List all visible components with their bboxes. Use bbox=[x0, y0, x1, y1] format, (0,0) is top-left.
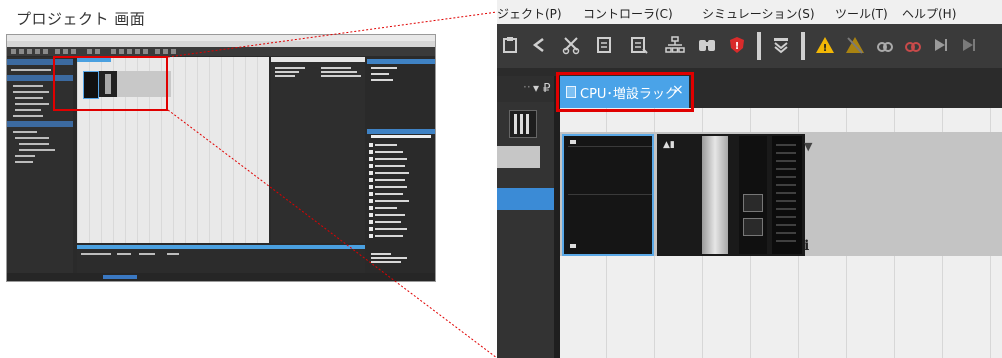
menu-controller[interactable]: コントローラ(C) bbox=[583, 5, 673, 22]
explorer-item-selected[interactable] bbox=[497, 188, 554, 210]
svg-text:!: ! bbox=[735, 41, 740, 52]
pin-icon[interactable]: ▾ ₽ bbox=[533, 81, 550, 95]
ethernet-port bbox=[743, 194, 763, 212]
step-icon[interactable] bbox=[929, 33, 953, 57]
toolbar-separator bbox=[801, 32, 805, 60]
compare-icon[interactable] bbox=[769, 33, 793, 57]
rack-icon[interactable] bbox=[509, 110, 537, 138]
undo-icon[interactable] bbox=[527, 33, 551, 57]
ethernet-port bbox=[743, 218, 763, 236]
toolbar: ! ! bbox=[497, 24, 1002, 68]
binoculars-icon[interactable] bbox=[695, 33, 719, 57]
tab-highlight-box bbox=[556, 72, 694, 112]
toolbar-separator bbox=[757, 32, 761, 60]
warning-icon[interactable]: ! bbox=[813, 33, 837, 57]
cpu-front-panel bbox=[702, 136, 728, 254]
menu-project[interactable]: ジェクト(P) bbox=[497, 5, 562, 22]
multiview-explorer-pane: ·· ▾ ₽ bbox=[497, 76, 554, 358]
error-shield-icon[interactable]: ! bbox=[725, 33, 749, 57]
cut-icon[interactable] bbox=[559, 33, 583, 57]
zoomed-window: ジェクト(P) コントローラ(C) シミュレーション(S) ツール(T) ヘルプ… bbox=[497, 0, 1002, 358]
copy-icon[interactable] bbox=[593, 33, 617, 57]
menu-help[interactable]: ヘルプ(H) bbox=[902, 5, 956, 22]
step-icon-2[interactable] bbox=[957, 33, 981, 57]
cpu-unit[interactable]: ▲▮ bbox=[657, 134, 805, 256]
info-icon[interactable]: i bbox=[804, 238, 809, 254]
explorer-item[interactable] bbox=[497, 146, 540, 168]
network-icon[interactable] bbox=[663, 33, 687, 57]
copy-icon-2[interactable] bbox=[627, 33, 651, 57]
paste-icon[interactable] bbox=[499, 33, 523, 57]
svg-text:!: ! bbox=[823, 43, 828, 54]
menu-bar: ジェクト(P) コントローラ(C) シミュレーション(S) ツール(T) ヘルプ… bbox=[497, 0, 1002, 24]
menu-tools[interactable]: ツール(T) bbox=[835, 5, 888, 22]
menu-simulation[interactable]: シミュレーション(S) bbox=[702, 5, 815, 22]
warning-off-icon[interactable] bbox=[843, 33, 867, 57]
io-terminal-block bbox=[772, 136, 802, 254]
power-supply-unit[interactable] bbox=[562, 134, 654, 256]
dropdown-arrow-icon[interactable]: ▼ bbox=[804, 140, 812, 153]
rack-canvas[interactable]: ▲▮ ▼ i bbox=[560, 108, 1002, 358]
link-red-icon[interactable] bbox=[901, 33, 925, 57]
link-icon[interactable] bbox=[873, 33, 897, 57]
